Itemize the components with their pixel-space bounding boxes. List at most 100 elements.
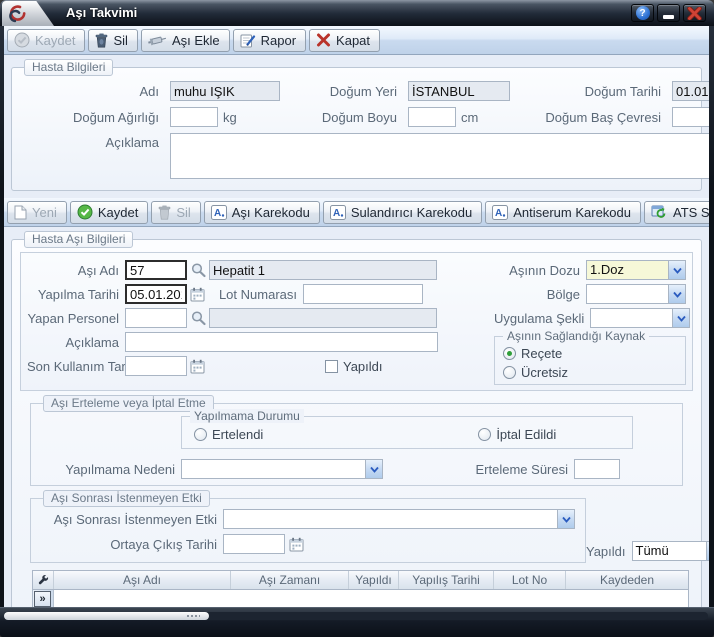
grid-filter-label: Yapıldı: [586, 544, 632, 559]
birth-height-label: Doğum Boyu: [285, 110, 403, 125]
minimize-icon: [663, 15, 674, 19]
patient-info-group: Hasta Bilgileri Adı Doğum Yeri Doğum Tar…: [11, 67, 702, 191]
close-x-icon: [316, 33, 331, 47]
vaccine-delete-button[interactable]: Sil: [151, 201, 200, 224]
help-button[interactable]: ?: [631, 4, 654, 22]
minimize-button[interactable]: [657, 4, 680, 22]
save-check-icon: [77, 204, 93, 220]
expiry-label: Son Kullanım Tarihi: [27, 359, 125, 374]
postpone-duration-field[interactable]: [574, 459, 620, 479]
postpone-duration-label: Erteleme Süresi: [476, 462, 574, 477]
source-free-radio[interactable]: Ücretsiz: [503, 365, 677, 380]
grid-row-indicator-column: »: [33, 590, 54, 607]
patient-note-field[interactable]: [170, 133, 709, 179]
chevron-down-icon[interactable]: [706, 542, 709, 560]
close-window-button[interactable]: [683, 4, 706, 22]
grid-column-header[interactable]: Yapılış Tarihi: [399, 571, 494, 589]
radio-icon: [503, 347, 516, 360]
not-done-reason-label: Yapılmama Nedeni: [41, 462, 181, 477]
horizontal-scrollbar[interactable]: [4, 612, 708, 620]
vaccine-source-group: Aşının Sağlandığı Kaynak Reçete Ücretsiz: [494, 336, 686, 385]
grid-focused-row-marker[interactable]: »: [34, 591, 51, 607]
vaccine-save-button[interactable]: Kaydet: [70, 201, 148, 224]
report-button[interactable]: Rapor: [233, 29, 306, 52]
calendar-icon: [190, 359, 205, 374]
vaccine-note-field[interactable]: [125, 332, 438, 352]
cancelled-radio[interactable]: İptal Edildi: [478, 427, 556, 442]
radio-icon: [503, 366, 516, 379]
calendar-icon: [190, 287, 205, 302]
birth-place-field[interactable]: [408, 81, 510, 101]
grid-body[interactable]: »: [33, 590, 688, 607]
close-form-button[interactable]: Kapat: [309, 29, 380, 52]
application-combo[interactable]: [590, 308, 690, 328]
done-checkbox[interactable]: Yapıldı: [325, 359, 383, 374]
new-button[interactable]: Yeni: [7, 201, 67, 224]
window-body: Kaydet Sil: [4, 26, 709, 607]
apply-date-field[interactable]: [125, 284, 187, 304]
staff-search-button[interactable]: [190, 310, 207, 326]
grid-filter-combo[interactable]: Tümü: [632, 541, 709, 561]
radio-icon: [194, 428, 207, 441]
patient-note-label: Açıklama: [20, 133, 165, 150]
titlebar: Aşı Takvimi ?: [0, 0, 714, 26]
expiry-field[interactable]: [125, 356, 187, 376]
side-effect-legend: Aşı Sonrası İstenmeyen Etki: [43, 490, 210, 507]
apply-date-calendar-button[interactable]: [190, 287, 205, 302]
vaccine-name-field[interactable]: [209, 260, 437, 280]
barcode-a-icon: A: [492, 205, 508, 220]
grid-column-header[interactable]: Aşı Zamanı: [231, 571, 349, 589]
help-icon: ?: [636, 6, 650, 20]
region-combo[interactable]: [586, 284, 686, 304]
vaccine-search-button[interactable]: [190, 262, 207, 278]
side-effect-combo[interactable]: [223, 509, 575, 529]
postponed-radio[interactable]: Ertelendi: [194, 427, 263, 442]
grid-column-header[interactable]: Yapıldı: [349, 571, 399, 589]
grid-column-header[interactable]: Aşı Adı: [54, 571, 231, 589]
head-circumference-label: Doğum Baş Çevresi: [515, 110, 667, 125]
chevron-down-icon[interactable]: [668, 261, 685, 279]
chevron-down-icon[interactable]: [668, 285, 685, 303]
antiserum-barcode-button[interactable]: A Antiserum Karekodu: [485, 201, 641, 224]
birth-height-field[interactable]: [408, 107, 456, 127]
main-toolbar: Kaydet Sil: [4, 26, 709, 55]
staff-label: Yapan Personel: [27, 311, 125, 326]
window-title: Aşı Takvimi: [66, 5, 137, 20]
syringe-icon: [148, 34, 167, 47]
onset-date-field[interactable]: [223, 534, 285, 554]
ats-query-button[interactable]: ATS Sorgula: [644, 201, 709, 224]
birth-date-label: Doğum Tarihi: [515, 84, 667, 99]
staff-name-field[interactable]: [209, 308, 437, 328]
horizontal-scrollbar-thumb[interactable]: [4, 612, 209, 620]
source-prescription-radio[interactable]: Reçete: [503, 346, 677, 361]
radio-icon: [478, 428, 491, 441]
diluent-barcode-button[interactable]: A Sulandırıcı Karekodu: [323, 201, 482, 224]
head-circumference-field[interactable]: [672, 107, 709, 127]
barcode-a-icon: A: [330, 205, 346, 220]
chevron-down-icon[interactable]: [365, 460, 382, 478]
save-check-icon: [14, 32, 30, 48]
lot-number-field[interactable]: [303, 284, 423, 304]
grid-column-header[interactable]: Lot No: [494, 571, 566, 589]
postpone-legend: Aşı Erteleme veya İptal Etme: [43, 395, 214, 412]
dose-combo[interactable]: 1.Doz: [586, 260, 686, 280]
name-field[interactable]: [170, 81, 280, 101]
onset-calendar-button[interactable]: [289, 537, 304, 552]
grid-column-header[interactable]: Kaydeden: [566, 571, 688, 589]
birth-weight-field[interactable]: [170, 107, 218, 127]
grid-customize-button[interactable]: [33, 571, 54, 589]
delete-button[interactable]: Sil: [88, 29, 137, 52]
apply-date-label: Yapılma Tarihi: [27, 287, 125, 302]
not-done-reason-combo[interactable]: [181, 459, 383, 479]
staff-code-field[interactable]: [125, 308, 187, 328]
add-vaccine-button[interactable]: Aşı Ekle: [141, 29, 230, 52]
chevron-down-icon[interactable]: [672, 309, 689, 327]
birth-date-field[interactable]: [672, 81, 709, 101]
expiry-calendar-button[interactable]: [190, 359, 205, 374]
vaccine-code-field[interactable]: [125, 260, 187, 280]
vaccine-barcode-button[interactable]: A Aşı Karekodu: [204, 201, 320, 224]
save-button[interactable]: Kaydet: [7, 29, 85, 52]
chevron-down-icon[interactable]: [557, 510, 574, 528]
patient-info-legend: Hasta Bilgileri: [24, 59, 113, 76]
onset-date-label: Ortaya Çıkış Tarihi: [41, 537, 223, 552]
